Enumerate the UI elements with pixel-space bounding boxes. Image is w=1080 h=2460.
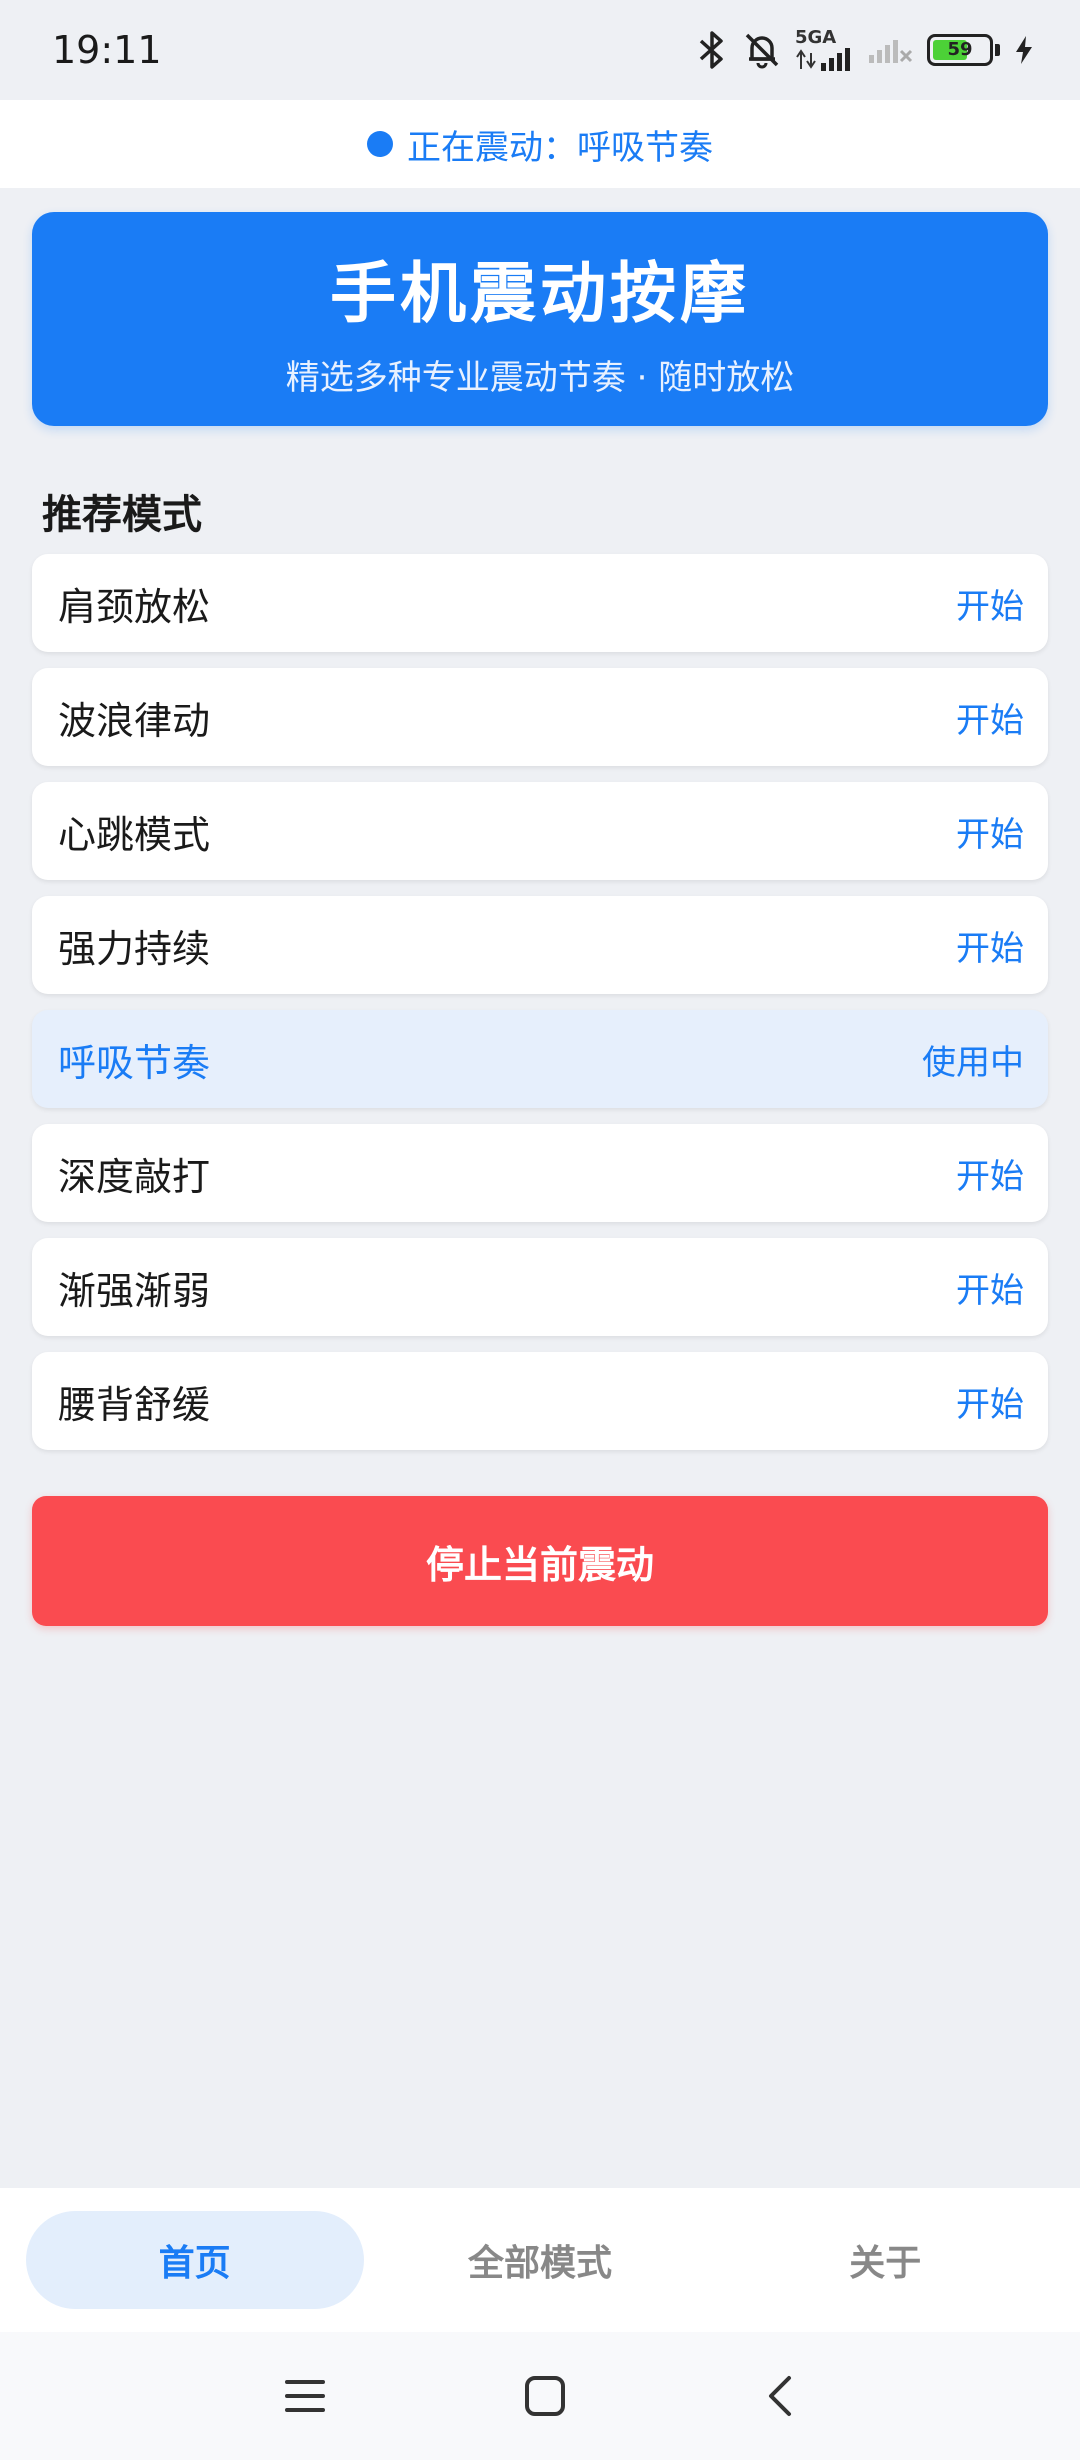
playing-indicator-dot bbox=[367, 131, 393, 157]
menu-icon[interactable] bbox=[283, 2376, 327, 2416]
network-type-label: 5GA bbox=[795, 27, 837, 48]
hero-card: 手机震动按摩 精选多种专业震动节奏 · 随时放松 bbox=[32, 212, 1048, 426]
mode-start-button[interactable]: 开始 bbox=[956, 921, 1024, 970]
battery-level: 59 bbox=[947, 39, 973, 60]
section-title: 推荐模式 bbox=[42, 492, 202, 538]
mute-bell-icon bbox=[745, 33, 779, 69]
mode-start-button[interactable]: 开始 bbox=[956, 1149, 1024, 1198]
battery-icon: 59 bbox=[927, 34, 993, 66]
tab-all-modes[interactable]: 全部模式 bbox=[371, 2211, 709, 2309]
stop-button-label: 停止当前震动 bbox=[425, 1542, 654, 1587]
bottom-tab-bar: 首页 全部模式 关于 bbox=[0, 2188, 1080, 2332]
mode-name: 呼吸节奏 bbox=[58, 1040, 211, 1085]
mode-name: 渐强渐弱 bbox=[58, 1268, 211, 1313]
mode-item-wave[interactable]: 波浪律动 开始 bbox=[32, 668, 1048, 766]
signal-strength-icon bbox=[796, 48, 850, 71]
now-playing-text: 正在震动：呼吸节奏 bbox=[407, 127, 713, 168]
screen: 19:11 5GA 59 正在震动：呼吸节奏 手机震动按摩 精选多种专业震动节奏… bbox=[0, 0, 1080, 2460]
signal-primary: 5GA bbox=[795, 29, 853, 71]
mode-name: 深度敲打 bbox=[58, 1154, 211, 1199]
system-nav-bar bbox=[0, 2332, 1080, 2460]
mode-start-button[interactable]: 开始 bbox=[956, 1263, 1024, 1312]
mode-start-button[interactable]: 开始 bbox=[956, 807, 1024, 856]
back-icon[interactable] bbox=[763, 2374, 797, 2418]
status-bar: 19:11 5GA 59 bbox=[0, 0, 1080, 100]
mode-start-button[interactable]: 开始 bbox=[956, 579, 1024, 628]
mode-name: 波浪律动 bbox=[58, 698, 211, 743]
mode-item-breathing-active[interactable]: 呼吸节奏 使用中 bbox=[32, 1010, 1048, 1108]
mode-name: 腰背舒缓 bbox=[58, 1382, 211, 1427]
status-icons: 5GA 59 bbox=[695, 29, 1034, 71]
stop-vibration-button[interactable]: 停止当前震动 bbox=[32, 1496, 1048, 1626]
mode-start-button[interactable]: 开始 bbox=[956, 1377, 1024, 1426]
mode-name: 肩颈放松 bbox=[58, 584, 211, 629]
mode-item-shoulder-neck[interactable]: 肩颈放松 开始 bbox=[32, 554, 1048, 652]
tab-about[interactable]: 关于 bbox=[716, 2211, 1054, 2309]
hero-title: 手机震动按摩 bbox=[330, 254, 750, 332]
signal-secondary-icon bbox=[869, 40, 913, 63]
tab-home[interactable]: 首页 bbox=[25, 2211, 364, 2309]
tab-label: 关于 bbox=[849, 2243, 922, 2284]
bluetooth-icon bbox=[699, 31, 723, 69]
mode-start-button[interactable]: 开始 bbox=[956, 693, 1024, 742]
tab-label: 首页 bbox=[158, 2243, 231, 2284]
charging-icon bbox=[1016, 36, 1032, 64]
now-playing-banner: 正在震动：呼吸节奏 bbox=[0, 100, 1080, 188]
mode-item-heartbeat[interactable]: 心跳模式 开始 bbox=[32, 782, 1048, 880]
mode-item-deep-tapping[interactable]: 深度敲打 开始 bbox=[32, 1124, 1048, 1222]
hero-subtitle: 精选多种专业震动节奏 · 随时放松 bbox=[285, 357, 795, 398]
mode-item-crescendo[interactable]: 渐强渐弱 开始 bbox=[32, 1238, 1048, 1336]
mode-item-lower-back[interactable]: 腰背舒缓 开始 bbox=[32, 1352, 1048, 1450]
mode-item-strong-continuous[interactable]: 强力持续 开始 bbox=[32, 896, 1048, 994]
status-time: 19:11 bbox=[52, 28, 162, 72]
mode-in-use-status[interactable]: 使用中 bbox=[922, 1035, 1024, 1084]
mode-name: 心跳模式 bbox=[58, 812, 211, 857]
mode-name: 强力持续 bbox=[58, 926, 211, 971]
home-icon[interactable] bbox=[523, 2374, 567, 2418]
tab-label: 全部模式 bbox=[467, 2243, 612, 2284]
battery-cap bbox=[995, 44, 1000, 56]
mode-list: 肩颈放松 开始 波浪律动 开始 心跳模式 开始 强力持续 开始 呼吸节奏 使用中… bbox=[32, 554, 1048, 1466]
